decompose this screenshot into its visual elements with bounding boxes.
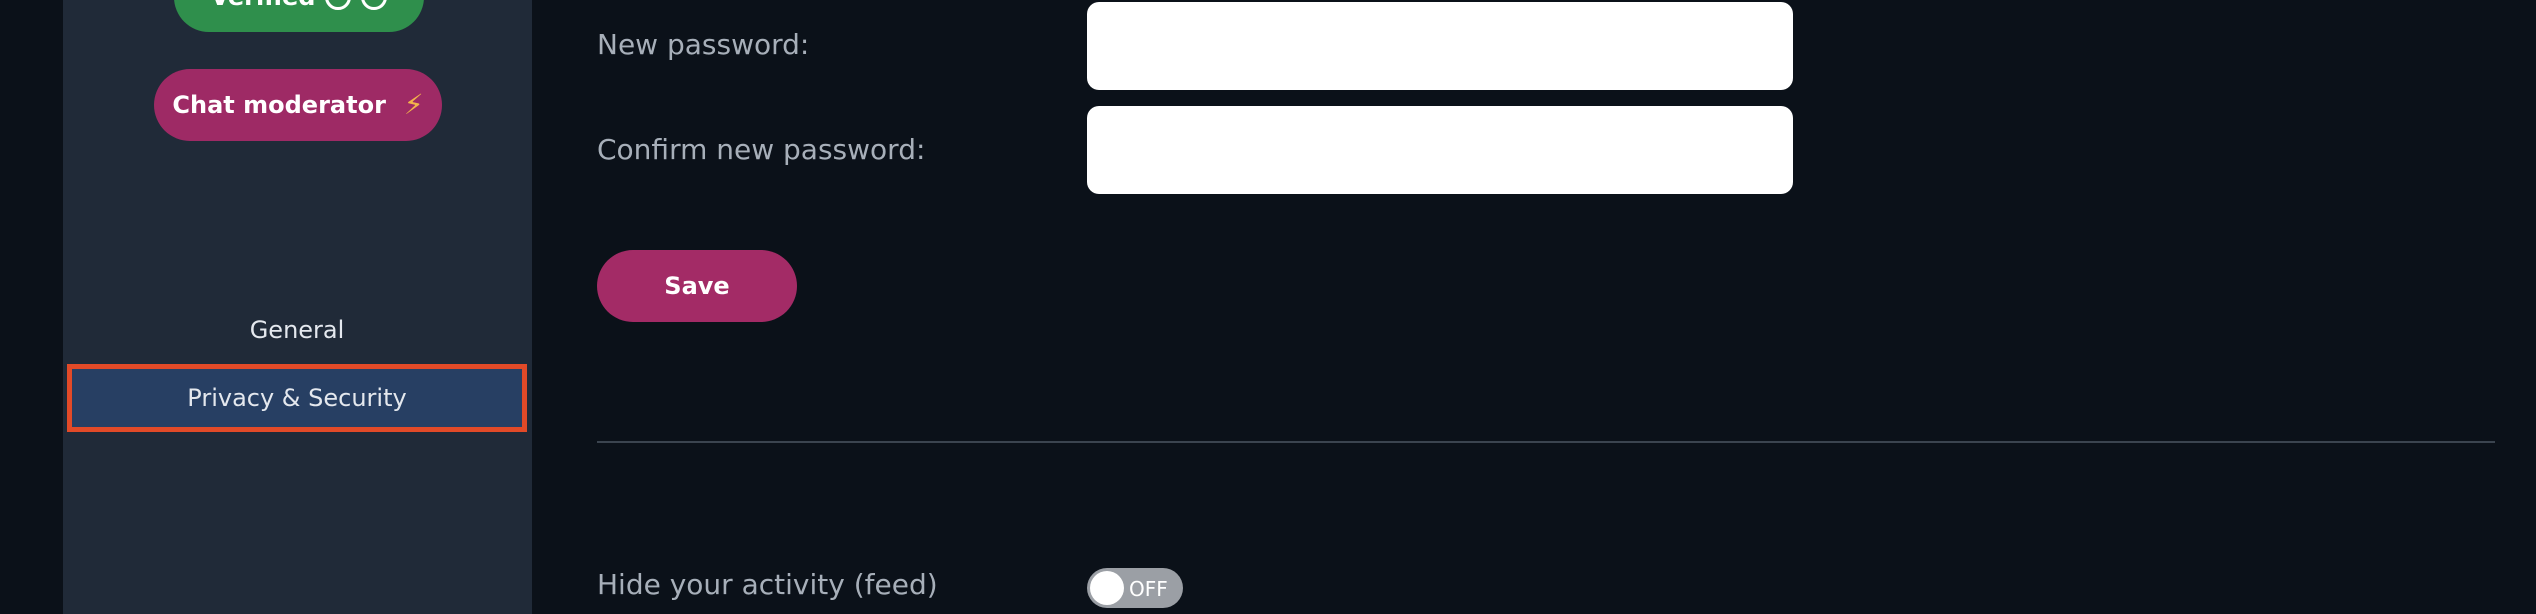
settings-page: Verified Chat moderator ⚡ General Privac… bbox=[0, 0, 2536, 614]
lightning-bolt-icon: ⚡ bbox=[403, 88, 424, 121]
hide-activity-toggle[interactable]: OFF bbox=[1087, 568, 1183, 608]
toggle-knob bbox=[1090, 571, 1124, 605]
new-password-field[interactable] bbox=[1087, 2, 1793, 90]
save-button[interactable]: Save bbox=[597, 250, 797, 322]
info-circle-icon bbox=[361, 0, 388, 10]
confirm-password-field[interactable] bbox=[1087, 106, 1793, 194]
verified-badge: Verified bbox=[174, 0, 424, 32]
sidebar-item-privacy-security[interactable]: Privacy & Security bbox=[67, 364, 527, 432]
sidebar-item-general[interactable]: General bbox=[67, 296, 527, 364]
sidebar-item-label: Privacy & Security bbox=[187, 384, 407, 412]
verified-badge-label: Verified bbox=[211, 0, 316, 11]
sidebar: Verified Chat moderator ⚡ General Privac… bbox=[63, 0, 532, 614]
new-password-label: New password: bbox=[597, 28, 810, 61]
chat-moderator-label: Chat moderator bbox=[172, 91, 386, 119]
check-circle-icon bbox=[325, 0, 352, 10]
chat-moderator-badge: Chat moderator ⚡ bbox=[154, 69, 442, 141]
hide-activity-label: Hide your activity (feed) bbox=[597, 568, 938, 601]
sidebar-item-label: General bbox=[249, 316, 345, 344]
toggle-state-label: OFF bbox=[1129, 577, 1168, 601]
confirm-password-label: Confirm new password: bbox=[597, 133, 926, 166]
section-divider bbox=[597, 441, 2495, 443]
